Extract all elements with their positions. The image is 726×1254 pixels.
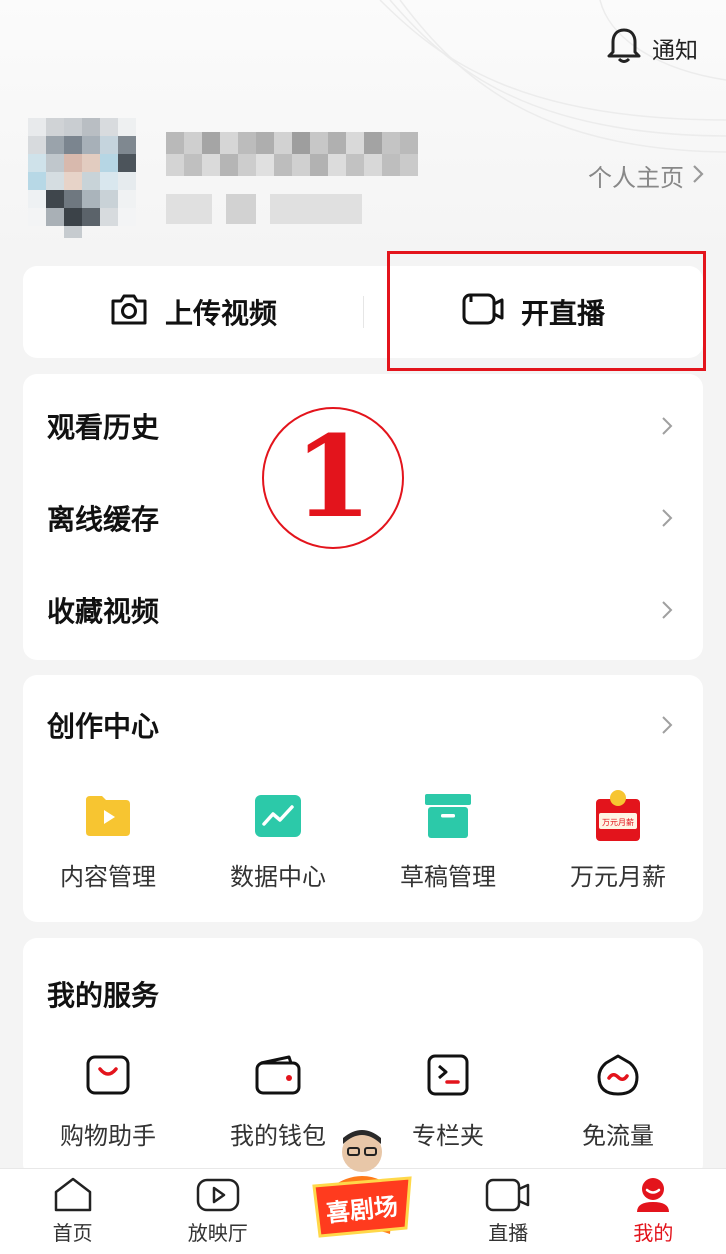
- list-item-label: 离线缓存: [47, 503, 160, 536]
- play-screen-icon: [196, 1175, 240, 1215]
- content-manage-icon: [84, 789, 132, 843]
- personal-homepage-link[interactable]: 个人主页: [588, 158, 704, 193]
- shopping-bag-icon: [86, 1048, 130, 1102]
- tab-mine[interactable]: 我的: [581, 1169, 726, 1254]
- avatar[interactable]: [28, 118, 138, 238]
- my-services-title: 我的服务: [47, 979, 160, 1012]
- live-camera-icon: [461, 292, 505, 333]
- username-blurred: [166, 132, 420, 176]
- free-data-label: 免流量: [582, 1122, 654, 1150]
- free-data-item[interactable]: 免流量: [533, 1048, 703, 1151]
- creator-center-header[interactable]: 创作中心: [47, 705, 673, 745]
- svg-text:万元月薪: 万元月薪: [602, 817, 634, 827]
- tab-theater-label: 放映厅: [187, 1221, 248, 1245]
- content-manage-label: 内容管理: [60, 863, 156, 891]
- tab-theater[interactable]: 放映厅: [145, 1169, 290, 1254]
- tab-home[interactable]: 首页: [0, 1169, 145, 1254]
- chevron-right-icon: [661, 594, 673, 627]
- annotation-step-marker: 1: [262, 407, 404, 549]
- notification-button[interactable]: 通知: [606, 28, 698, 68]
- upload-video-label: 上传视频: [164, 297, 277, 330]
- profile-section: 个人主页: [28, 118, 708, 238]
- my-services-header: 我的服务: [47, 974, 673, 1014]
- tab-live[interactable]: 直播: [436, 1169, 581, 1254]
- draft-box-icon: [424, 789, 472, 843]
- salary-envelope-icon: 万元月薪: [593, 789, 643, 843]
- notification-label: 通知: [652, 38, 698, 64]
- creator-center-card: 创作中心 内容管理 数据中心 草稿管理 万元月薪 万元月薪: [23, 675, 703, 922]
- camera-icon: [109, 291, 149, 334]
- salary-item[interactable]: 万元月薪 万元月薪: [533, 789, 703, 892]
- creator-center-title: 创作中心: [47, 710, 160, 743]
- user-icon: [633, 1175, 673, 1215]
- tab-home-label: 首页: [52, 1221, 93, 1245]
- free-data-icon: [596, 1048, 640, 1102]
- shopping-assistant-label: 购物助手: [60, 1122, 156, 1150]
- data-center-icon: [254, 789, 302, 843]
- draft-manage-item[interactable]: 草稿管理: [363, 789, 533, 892]
- shopping-assistant-item[interactable]: 购物助手: [23, 1048, 193, 1151]
- list-item-favorites[interactable]: 收藏视频: [23, 564, 703, 656]
- tab-live-label: 直播: [488, 1221, 529, 1245]
- content-manage-item[interactable]: 内容管理: [23, 789, 193, 892]
- list-item-label: 观看历史: [47, 411, 160, 444]
- user-meta-blurred: [166, 194, 362, 224]
- start-live-label: 开直播: [520, 297, 605, 330]
- tab-mine-label: 我的: [633, 1221, 674, 1245]
- live-camera-icon: [485, 1175, 531, 1215]
- column-folder-icon: [427, 1048, 469, 1102]
- start-live-button[interactable]: 开直播: [363, 266, 703, 358]
- personal-homepage-label: 个人主页: [588, 164, 684, 192]
- quick-actions-card: 上传视频 开直播: [23, 266, 703, 358]
- comedy-theater-promo[interactable]: 喜剧场: [310, 1124, 414, 1250]
- chevron-right-icon: [661, 410, 673, 443]
- upload-video-button[interactable]: 上传视频: [23, 266, 363, 358]
- chevron-right-icon: [661, 709, 673, 742]
- list-item-label: 收藏视频: [47, 595, 160, 628]
- wallet-icon: [255, 1048, 301, 1102]
- home-icon: [53, 1175, 93, 1215]
- chevron-right-icon: [661, 502, 673, 535]
- salary-label: 万元月薪: [570, 863, 666, 891]
- chevron-right-icon: [692, 162, 704, 190]
- bell-icon: [606, 26, 642, 70]
- column-folder-label: 专栏夹: [412, 1122, 484, 1150]
- data-center-item[interactable]: 数据中心: [193, 789, 363, 892]
- draft-manage-label: 草稿管理: [400, 863, 496, 891]
- data-center-label: 数据中心: [230, 863, 326, 891]
